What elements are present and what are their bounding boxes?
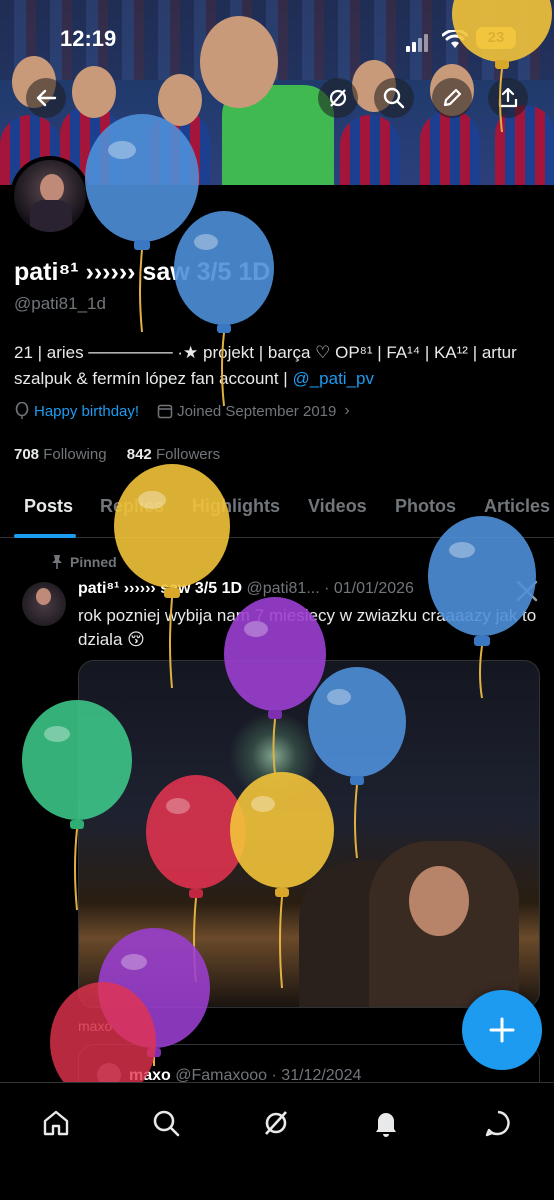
- back-icon: [36, 89, 57, 107]
- pinned-label: Pinned: [70, 554, 117, 570]
- balloon-red: [50, 982, 156, 1082]
- profile-bio: 21 | aries ─────── ·★ projekt | barça ♡ …: [14, 340, 544, 392]
- plus-icon: [489, 1017, 515, 1043]
- tab-videos[interactable]: Videos: [308, 496, 367, 517]
- avatar-body: [30, 200, 72, 232]
- back-button[interactable]: [26, 78, 66, 118]
- banner-player: [340, 115, 400, 185]
- search-icon: [383, 87, 405, 109]
- signal-icon: [406, 34, 428, 52]
- birthday-link[interactable]: Happy birthday!: [34, 403, 139, 420]
- balloon-green: [22, 700, 132, 911]
- post-avatar[interactable]: [22, 582, 66, 626]
- nav-grok[interactable]: [256, 1103, 296, 1143]
- messages-icon: [485, 1110, 510, 1137]
- balloon-blue: [428, 516, 536, 699]
- home-icon: [43, 1110, 69, 1136]
- bell-icon: [376, 1113, 396, 1137]
- nav-home[interactable]: [36, 1103, 76, 1143]
- nav-messages[interactable]: [478, 1103, 518, 1143]
- follow-stats: 708 Following 842 Followers: [14, 446, 220, 463]
- pinned-indicator: Pinned: [50, 554, 117, 570]
- followers-count: 842: [126, 446, 152, 463]
- following-label: Following: [43, 446, 107, 463]
- nav-explore[interactable]: [146, 1103, 186, 1143]
- nav-notifications[interactable]: [366, 1103, 406, 1143]
- media-face: [409, 866, 469, 936]
- following-count: 708: [14, 446, 40, 463]
- tab-posts[interactable]: Posts: [24, 496, 73, 517]
- grok-icon: [329, 89, 347, 107]
- compose-post-button[interactable]: [462, 990, 542, 1070]
- following-link[interactable]: 708 Following: [14, 446, 107, 463]
- active-tab-indicator: [14, 534, 76, 538]
- explore-icon: [153, 1110, 180, 1137]
- profile-avatar[interactable]: [10, 156, 90, 236]
- followers-label: Followers: [155, 446, 221, 463]
- calendar-icon: [157, 404, 173, 419]
- grok-icon: [265, 1111, 287, 1135]
- balloon-yellow: [452, 0, 552, 133]
- bio-link[interactable]: @_pati_pv: [292, 369, 374, 388]
- post-avatar-face: [36, 588, 51, 605]
- search-button[interactable]: [374, 78, 414, 118]
- status-time: 12:19: [60, 26, 117, 51]
- balloon-yellow: [114, 464, 230, 689]
- chevron-right-icon[interactable]: ›: [344, 402, 349, 420]
- balloon-icon: [15, 402, 29, 419]
- avatar-face: [40, 174, 64, 202]
- pin-icon: [52, 555, 62, 569]
- balloon-yellow: [230, 772, 334, 989]
- bottom-navigation: [0, 1082, 554, 1200]
- balloon-blue: [174, 211, 274, 407]
- grok-button[interactable]: [318, 78, 358, 118]
- followers-link[interactable]: 842 Followers: [127, 446, 220, 463]
- post-meta: @pati81... · 01/01/2026: [242, 580, 414, 597]
